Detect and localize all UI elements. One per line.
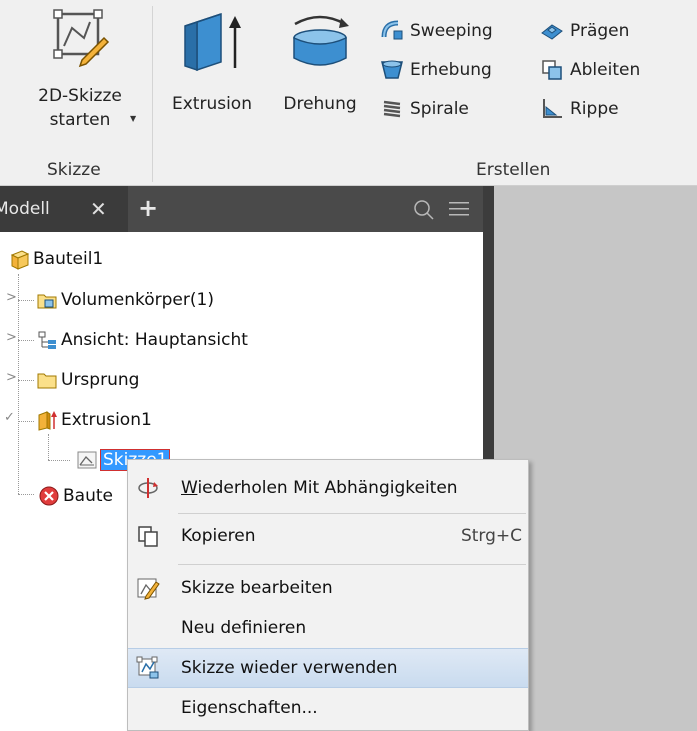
sweep-label: Sweeping <box>410 21 493 41</box>
tree-connector <box>18 494 34 495</box>
tree-connector <box>48 434 49 460</box>
tree-item-end-of-part[interactable]: Baute <box>38 481 113 511</box>
copy-icon <box>138 526 158 547</box>
close-icon[interactable]: ✕ <box>90 186 107 232</box>
browser-header: Modell ✕ + <box>0 186 483 232</box>
start-2d-sketch-button[interactable]: 2D-Skizze starten <box>20 8 140 132</box>
tab-model[interactable]: Modell ✕ <box>0 186 128 232</box>
tree-item-extrusion[interactable]: Extrusion1 <box>36 405 152 435</box>
tree-connector <box>18 300 34 301</box>
menu-item-redefine[interactable]: Neu definieren <box>128 608 528 648</box>
loft-icon <box>381 60 403 79</box>
expand-arrow-icon[interactable]: > <box>6 290 17 305</box>
tree-item-end-of-part-label: Baute <box>63 486 113 506</box>
revolve-button[interactable]: Drehung <box>270 8 370 116</box>
sketch-2d-icon <box>53 9 110 68</box>
extrusion-label: Extrusion <box>172 94 252 114</box>
menu-item-properties-label: Eigenschaften... <box>181 698 318 718</box>
redo-constraints-icon <box>138 478 158 498</box>
menu-item-copy[interactable]: Kopieren Strg+C <box>128 516 528 556</box>
menu-item-reuse-sketch[interactable]: Skizze wieder verwenden <box>128 648 528 688</box>
tree-item-part[interactable]: Bauteil1 <box>8 244 103 274</box>
menu-item-copy-shortcut: Strg+C <box>460 526 522 546</box>
coil-icon <box>383 100 401 118</box>
menu-item-reuse-sketch-label: Skizze wieder verwenden <box>181 658 398 678</box>
tree-item-extrusion-label: Extrusion1 <box>61 410 152 430</box>
rib-button[interactable]: Rippe <box>540 94 619 124</box>
revolve-label: Drehung <box>283 94 357 114</box>
sketch-dropdown-caret-icon[interactable]: ▼ <box>130 114 136 123</box>
tree-item-part-label: Bauteil1 <box>33 249 104 269</box>
ribbon-separator <box>152 6 153 182</box>
search-icon[interactable] <box>413 199 435 221</box>
extrusion-button[interactable]: Extrusion <box>160 8 264 116</box>
tree-connector <box>18 274 19 494</box>
group-label-create: Erstellen <box>476 160 551 180</box>
loft-label: Erhebung <box>410 60 492 80</box>
derive-label: Ableiten <box>570 60 641 80</box>
tree-connector <box>18 421 34 422</box>
emboss-label: Prägen <box>570 21 630 41</box>
revolve-icon <box>293 15 349 66</box>
sweep-icon <box>381 20 403 40</box>
folder-solid-bodies-icon <box>37 294 57 309</box>
hamburger-menu-icon[interactable] <box>449 201 469 217</box>
tree-item-solid-bodies[interactable]: Volumenkörper(1) <box>36 285 214 315</box>
collapse-check-icon[interactable]: ✓ <box>4 410 15 425</box>
tree-item-origin-label: Ursprung <box>61 370 140 390</box>
tree-connector <box>48 460 70 461</box>
add-tab-icon[interactable]: + <box>138 186 158 232</box>
menu-separator <box>178 564 526 565</box>
derive-icon <box>542 60 562 80</box>
expand-arrow-icon[interactable]: > <box>6 370 17 385</box>
menu-item-edit-sketch[interactable]: Skizze bearbeiten <box>128 568 528 608</box>
sketch-icon <box>77 451 97 469</box>
sketch-button-line1: 2D-Skizze <box>38 86 122 106</box>
sweep-button[interactable]: Sweeping <box>380 16 493 46</box>
sketch-button-line2: starten <box>49 110 111 130</box>
ribbon: 2D-Skizze starten ▼ Extrusion Drehung Sw… <box>0 0 697 186</box>
reuse-sketch-icon <box>136 656 159 679</box>
menu-separator <box>178 513 526 514</box>
end-of-part-icon <box>39 486 59 506</box>
edit-sketch-icon <box>137 578 160 600</box>
extrusion-icon <box>184 12 241 72</box>
tree-item-view-label: Ansicht: Hauptansicht <box>61 330 248 350</box>
emboss-button[interactable]: Prägen <box>540 16 629 46</box>
tree-connector <box>18 380 34 381</box>
expand-arrow-icon[interactable]: > <box>6 330 17 345</box>
menu-item-redefine-label: Neu definieren <box>181 618 307 638</box>
menu-item-edit-sketch-label: Skizze bearbeiten <box>181 578 333 598</box>
view-representation-icon <box>38 331 56 349</box>
menu-item-properties[interactable]: Eigenschaften... <box>128 688 528 728</box>
coil-button[interactable]: Spirale <box>380 94 469 124</box>
menu-item-redo-with-constraints[interactable]: Wiederholen Mit Abhängigkeiten <box>128 468 528 508</box>
menu-item-redo-with-constraints-label: Wiederholen Mit Abhängigkeiten <box>181 478 458 498</box>
folder-icon <box>37 373 57 389</box>
extrusion-feature-icon <box>38 411 57 431</box>
derive-button[interactable]: Ableiten <box>540 55 640 85</box>
part-icon <box>10 250 30 270</box>
tab-model-label: Modell <box>0 199 50 219</box>
tree-connector <box>18 340 34 341</box>
menu-item-copy-label: Kopieren <box>181 526 256 546</box>
tree-item-origin[interactable]: Ursprung <box>36 365 139 395</box>
rib-icon <box>543 99 562 118</box>
rib-label: Rippe <box>570 99 619 119</box>
tree-item-solid-bodies-label: Volumenkörper(1) <box>61 290 214 310</box>
loft-button[interactable]: Erhebung <box>380 55 492 85</box>
coil-label: Spirale <box>410 99 469 119</box>
group-label-sketch: Skizze <box>47 160 101 180</box>
tree-item-view[interactable]: Ansicht: Hauptansicht <box>36 325 248 355</box>
emboss-icon <box>541 24 563 40</box>
context-menu: Wiederholen Mit Abhängigkeiten Kopieren … <box>127 459 529 731</box>
